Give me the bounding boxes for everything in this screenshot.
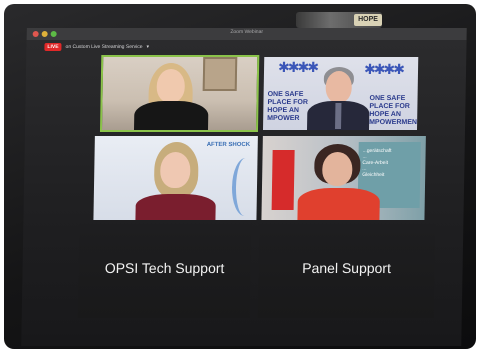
people-graphic-right: ✱✱✱✱ (363, 61, 404, 77)
flag-graphic (271, 150, 295, 210)
participant-body (133, 101, 209, 130)
aftershock-logo: AFTER SHOCK (206, 142, 251, 148)
participant-face (325, 71, 353, 103)
poster-text-left: ONE SAFE PLACE FOR HOPE AN MPOWER (267, 91, 308, 122)
window-titlebar: Zoom Webinar (26, 28, 467, 40)
poster-text-right: ONE SAFE PLACE FOR HOPE AN MPOWERMEN (369, 95, 418, 126)
people-graphic-left: ✱✱✱✱ (277, 59, 318, 75)
slide-text: ...gerätschaft ... Care-Arbeit ... Gleic… (362, 148, 392, 178)
participant-name: Panel Support (302, 260, 392, 276)
participant-body (297, 188, 380, 220)
livestream-indicator[interactable]: LIVE on Custom Live Streaming Service ▾ (44, 43, 149, 51)
live-badge: LIVE (44, 43, 62, 51)
name-tile-opsi-tech-support[interactable]: OPSI Tech Support (77, 224, 252, 318)
wall-picture (202, 57, 238, 91)
video-tile-2[interactable]: ✱✱✱✱ ✱✱✱✱ ONE SAFE PLACE FOR HOPE AN MPO… (262, 57, 419, 130)
participant-body (135, 194, 216, 220)
participant-face (156, 69, 186, 103)
zoom-screen: Zoom Webinar LIVE on Custom Live Streami… (21, 28, 467, 346)
tablet-bezel: HOPE Zoom Webinar LIVE on Custom Live St… (4, 4, 476, 349)
name-tile-panel-support[interactable]: Panel Support (257, 224, 436, 318)
video-tile-active-speaker[interactable] (99, 55, 260, 132)
participant-face (159, 152, 191, 188)
participant-face (322, 152, 353, 186)
livestream-label: on Custom Live Streaming Service (65, 44, 143, 50)
video-tile-4[interactable]: ...gerätschaft ... Care-Arbeit ... Gleic… (261, 136, 426, 220)
participant-tie (335, 103, 342, 129)
participant-name: OPSI Tech Support (104, 260, 225, 276)
logo-swoosh (231, 158, 258, 216)
chevron-down-icon[interactable]: ▾ (147, 44, 150, 50)
window-title: Zoom Webinar (230, 29, 264, 35)
webcam-logo: HOPE (354, 14, 382, 26)
video-tile-3[interactable]: AFTER SHOCK (93, 136, 258, 220)
